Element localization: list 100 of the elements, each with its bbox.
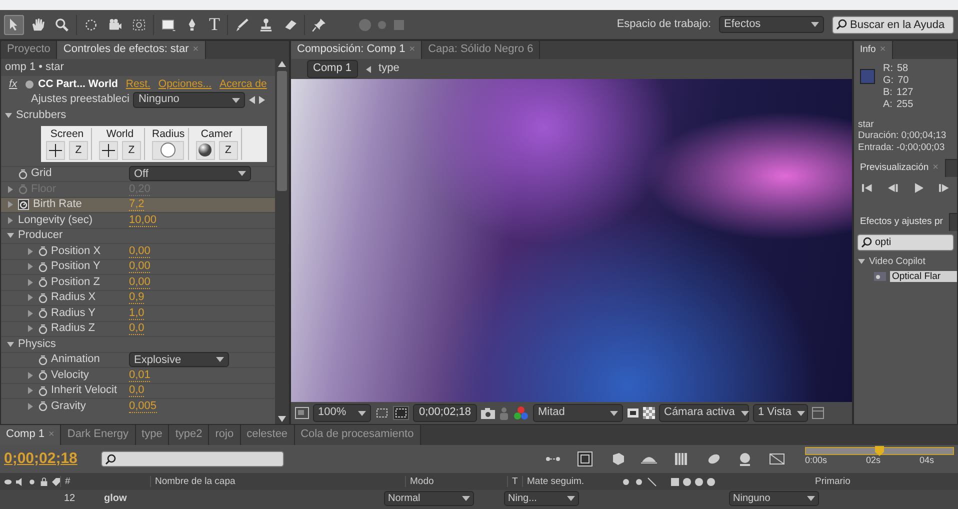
stopwatch-icon[interactable] [38, 370, 48, 380]
tree-item[interactable]: Video Copilot [869, 256, 926, 268]
property-value[interactable]: 0,00 [129, 244, 150, 258]
resolution-dropdown[interactable]: Mitad [533, 404, 623, 422]
layer-name[interactable]: glow [104, 492, 384, 504]
stopwatch-icon[interactable] [38, 386, 48, 396]
expanded-triangle-icon[interactable] [6, 340, 14, 348]
checkerboard-icon[interactable] [643, 407, 655, 419]
current-time[interactable]: 0;00;02;18 [413, 404, 477, 422]
help-search-field[interactable]: Buscar en la Ayuda [832, 16, 954, 34]
collapsed-triangle-icon[interactable] [26, 294, 34, 302]
column-header[interactable]: T [507, 476, 522, 488]
property-dropdown[interactable]: Explosive [129, 352, 229, 368]
collapsed-triangle-icon[interactable] [26, 325, 34, 332]
stopwatch-icon[interactable] [38, 262, 48, 272]
camera-control[interactable] [196, 140, 215, 160]
z-key[interactable]: Z [122, 140, 141, 160]
skip-back-icon[interactable] [862, 183, 872, 194]
column-header[interactable]: # [60, 476, 150, 488]
panel-tab[interactable]: Capa: Sólido Negro 6 [428, 43, 534, 57]
eye-icon[interactable] [4, 476, 12, 486]
crosshair-control[interactable] [99, 140, 118, 160]
expanded-triangle-icon[interactable] [858, 258, 865, 266]
color-channels-icon[interactable] [513, 406, 529, 420]
property-value[interactable]: 0,0 [129, 384, 144, 398]
property-value[interactable]: 10,00 [129, 214, 157, 227]
scrollbar-thumb[interactable] [277, 71, 287, 191]
next-icon[interactable] [259, 96, 266, 104]
camera-view-dropdown[interactable]: Cámara activa [659, 404, 749, 422]
region-icon[interactable] [627, 408, 639, 418]
composition-box-icon[interactable] [577, 451, 593, 467]
frame-icon[interactable] [295, 407, 309, 419]
expanded-triangle-icon[interactable] [6, 232, 14, 240]
matte-dropdown[interactable]: Ning... [504, 491, 579, 506]
property-value[interactable]: 0,00 [129, 276, 150, 289]
grid-icon[interactable] [375, 407, 389, 419]
label-tag-icon[interactable] [52, 476, 60, 486]
breadcrumb-item[interactable]: Comp 1 [307, 60, 358, 78]
parent-dropdown[interactable]: Ninguno [729, 491, 819, 506]
column-header[interactable]: Nombre de la capa [150, 476, 405, 488]
stopwatch-icon[interactable] [38, 292, 48, 303]
stopwatch-icon[interactable] [38, 246, 48, 256]
play-icon[interactable] [914, 183, 924, 194]
view-layout-dropdown[interactable]: 1 Vista [753, 404, 808, 422]
collapsed-triangle-icon[interactable] [6, 216, 14, 224]
column-header[interactable]: Mate seguim. [522, 476, 615, 488]
property-dropdown[interactable]: Off [129, 166, 251, 182]
stopwatch-icon[interactable] [38, 308, 48, 318]
collapsed-triangle-icon[interactable] [26, 263, 34, 270]
layout-icon[interactable] [812, 407, 824, 419]
film-frames-icon[interactable] [673, 451, 689, 467]
column-header[interactable]: Primario [815, 476, 933, 488]
panel-tab[interactable]: Efectos y ajustes pr [854, 213, 950, 232]
crosshair-control[interactable] [46, 140, 65, 160]
stopwatch-icon[interactable] [18, 168, 28, 179]
text-tool[interactable]: T [206, 14, 223, 36]
property-value[interactable]: 0,01 [129, 368, 150, 382]
keyframed-stopwatch-icon[interactable] [18, 198, 30, 211]
breadcrumb-item[interactable]: type [378, 62, 400, 76]
expanded-triangle-icon[interactable] [5, 112, 12, 119]
playhead[interactable] [875, 446, 884, 456]
stopwatch-icon[interactable] [38, 401, 48, 412]
column-header[interactable]: Modo [405, 476, 507, 488]
property-value[interactable]: 0,005 [129, 400, 157, 413]
tree-item[interactable]: Optical Flar [890, 270, 957, 282]
scrollbar[interactable] [275, 59, 289, 424]
property-value[interactable]: 1,0 [129, 306, 144, 320]
radius-control[interactable] [152, 140, 184, 160]
effects-search-field[interactable]: opti [857, 234, 954, 252]
panel-tab[interactable]: Proyecto [7, 43, 50, 57]
effect-link[interactable]: Rest. [126, 78, 150, 90]
z-key[interactable]: Z [218, 140, 238, 160]
safe-area-icon[interactable] [393, 406, 409, 420]
snapshot-camera-icon[interactable] [481, 407, 495, 419]
panel-tab[interactable]: Info [860, 44, 876, 56]
collapsed-triangle-icon[interactable] [26, 402, 34, 410]
timeline-tab[interactable]: Comp 1 [6, 428, 45, 442]
arrow-pointer-icon[interactable] [4, 14, 24, 34]
preset-dropdown[interactable]: Ninguno [133, 92, 246, 108]
solo-dot-icon[interactable] [28, 476, 36, 486]
timeline-timecode[interactable]: 0;00;02;18 [4, 450, 78, 468]
panel-tab[interactable]: Composición: Comp 1 [297, 43, 406, 57]
effect-link[interactable]: Acerca de [220, 78, 267, 90]
stopwatch-icon[interactable] [38, 324, 48, 334]
workspace-dropdown[interactable]: Efectos [719, 16, 824, 34]
lock-icon[interactable] [40, 476, 48, 486]
layer-search-field[interactable] [101, 451, 284, 467]
speaker-icon[interactable] [16, 476, 24, 486]
effect-link[interactable]: Opciones... [158, 78, 212, 90]
mode-dropdown[interactable]: Normal [384, 491, 474, 506]
stopwatch-icon[interactable] [38, 354, 48, 365]
property-value[interactable]: 0,0 [129, 322, 144, 336]
collapsed-triangle-icon[interactable] [26, 278, 34, 286]
z-key[interactable]: Z [69, 140, 88, 160]
property-value[interactable]: 0,00 [129, 260, 150, 274]
step-back-icon[interactable] [888, 183, 898, 194]
stopwatch-icon[interactable] [38, 277, 48, 288]
panel-tab[interactable]: Previsualización [860, 162, 929, 174]
property-value[interactable]: 0,9 [129, 291, 144, 304]
collapsed-triangle-icon[interactable] [26, 372, 34, 379]
